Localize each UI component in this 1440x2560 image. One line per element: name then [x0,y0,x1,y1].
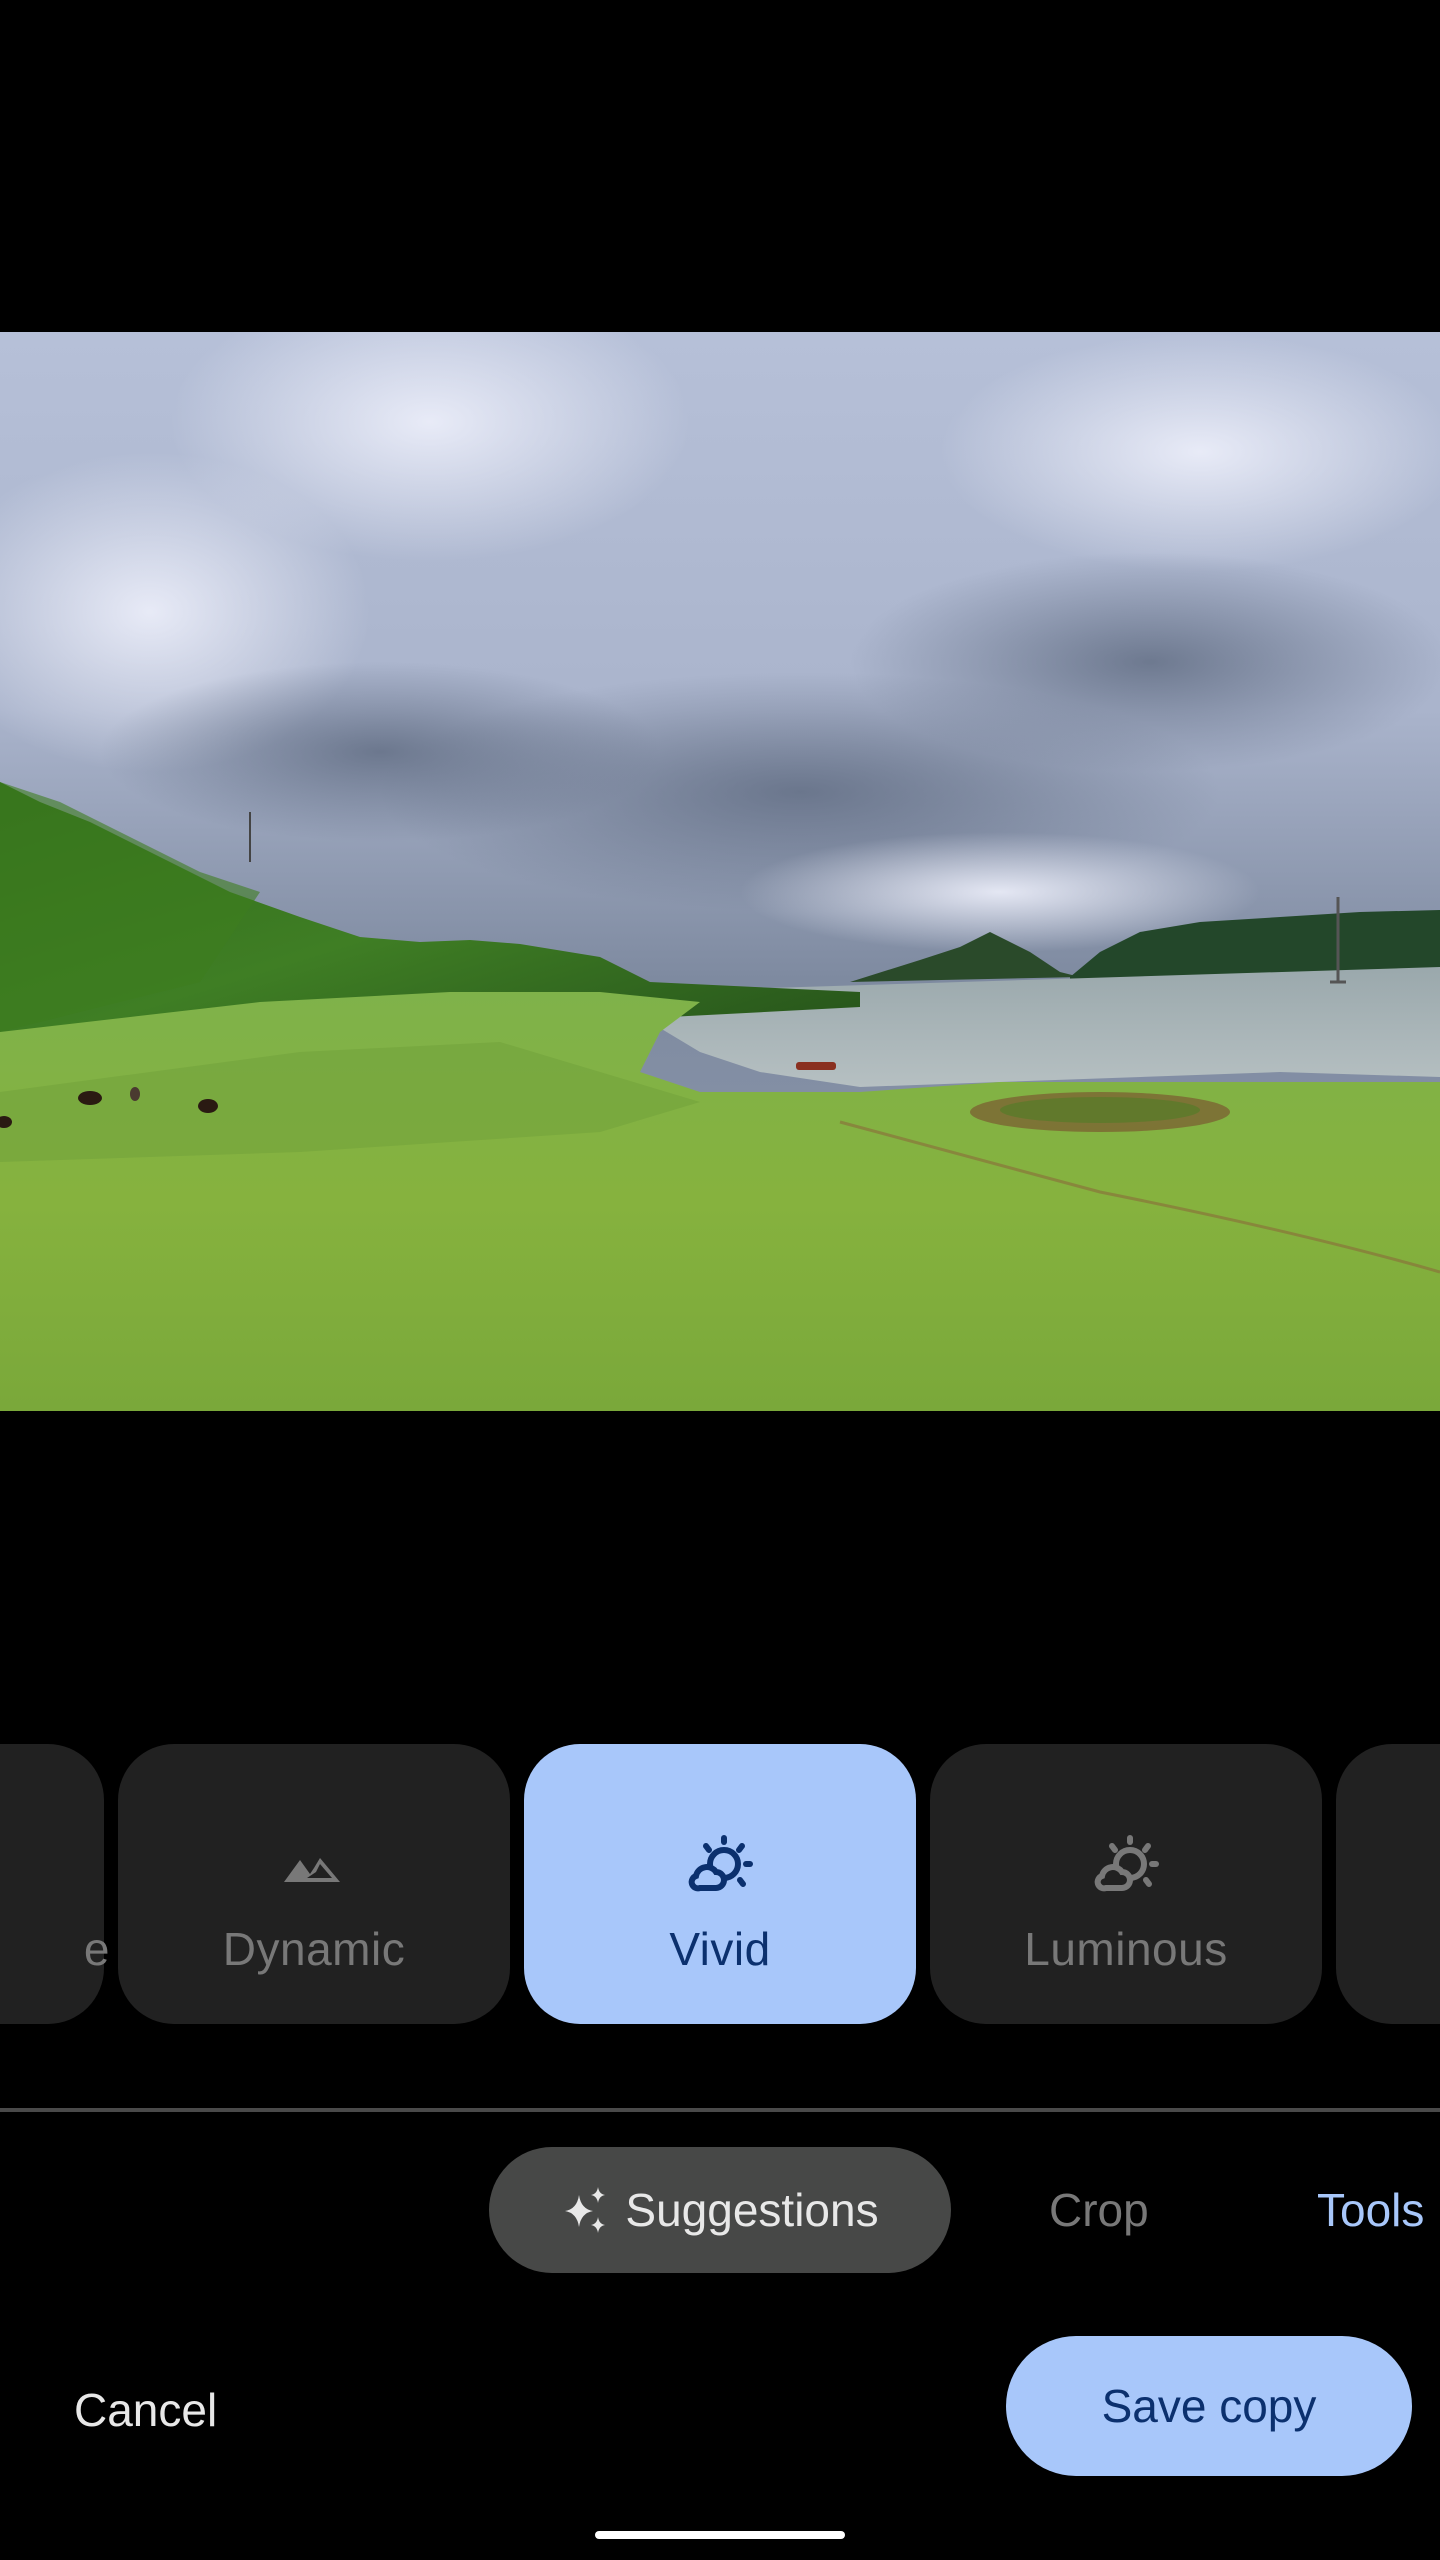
divider [0,2108,1440,2112]
filter-card-vivid[interactable]: Vivid [524,1744,916,2024]
photo-preview[interactable] [0,332,1440,1411]
landscape-image [0,332,1440,1411]
tab-tools[interactable]: Tools [1317,2147,1424,2273]
sun-cloud-icon [1094,1835,1159,1892]
filter-carousel[interactable]: e Dynamic Vivid Luminous [0,1744,1440,2024]
filter-card-luminous[interactable]: Luminous [930,1744,1322,2024]
tab-label: Crop [1049,2184,1149,2236]
save-copy-button[interactable]: Save copy [1006,2336,1412,2476]
mountains-icon [284,1858,340,1882]
filter-label: e [83,1923,110,1975]
cancel-button[interactable]: Cancel [74,2370,217,2450]
tab-label: Suggestions [625,2184,879,2236]
filter-card-next[interactable] [1336,1744,1440,2024]
tab-crop[interactable]: Crop [1049,2147,1149,2273]
filter-label: Luminous [1024,1923,1228,1975]
tab-label: Tools [1317,2184,1425,2236]
filter-label: Vivid [669,1923,771,1975]
sun-cloud-icon [688,1835,753,1892]
home-indicator[interactable] [595,2531,845,2539]
tab-suggestions[interactable]: Suggestions [489,2147,951,2273]
filter-label: Dynamic [222,1923,406,1975]
filter-card-natural[interactable]: e [0,1744,110,2024]
sparkle-icon [565,2187,606,2233]
filter-card-dynamic[interactable]: Dynamic [118,1744,510,2024]
